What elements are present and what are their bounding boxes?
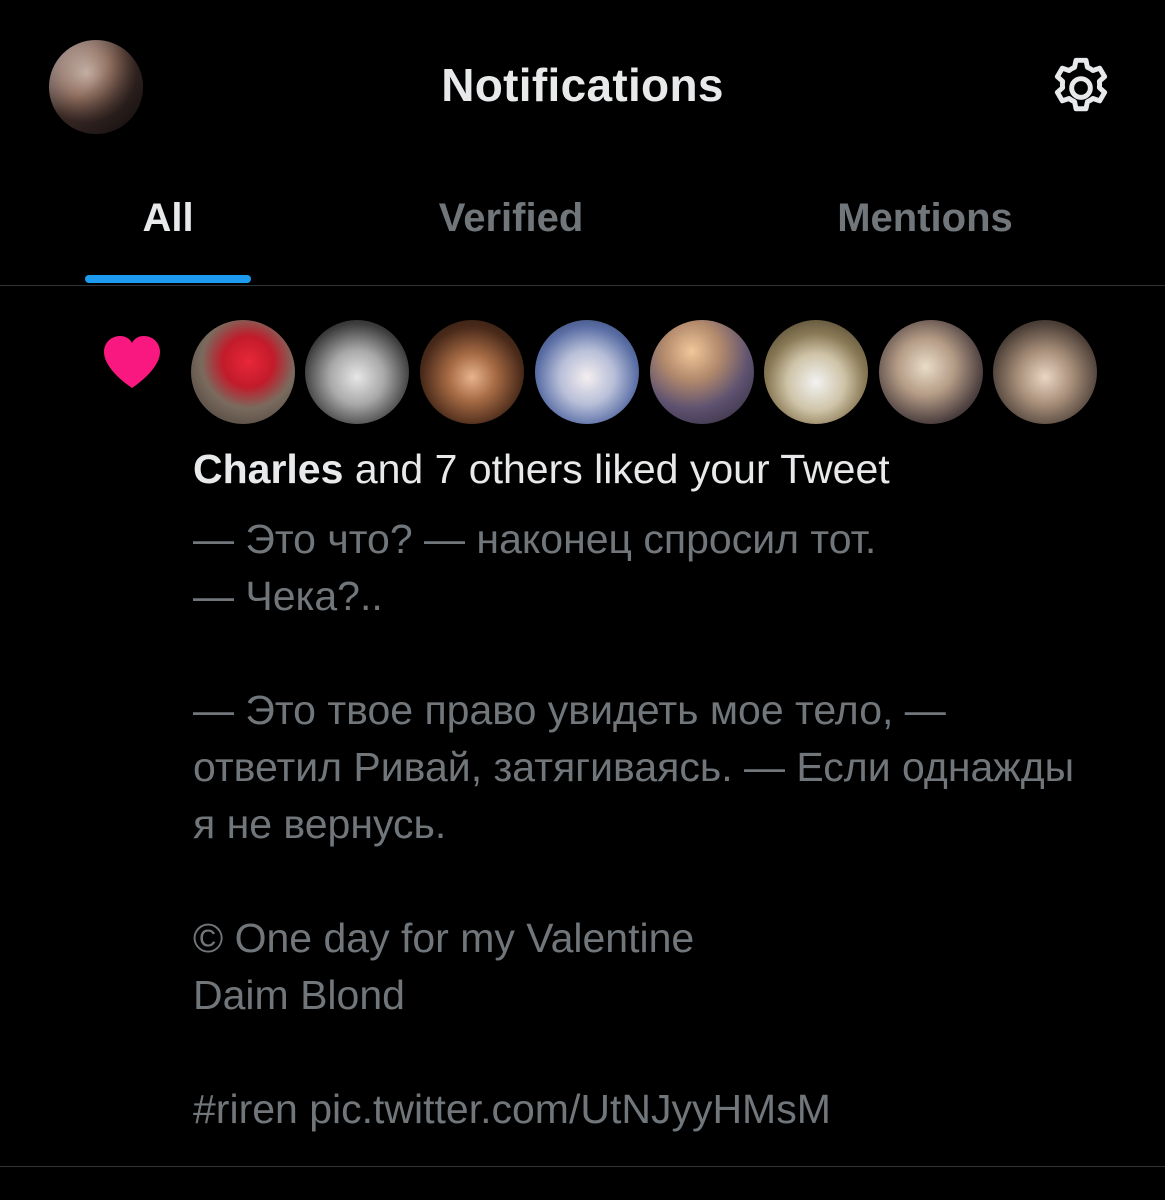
notification-summary: Charles and 7 others liked your Tweet — [193, 446, 890, 493]
active-tab-indicator — [85, 275, 251, 283]
avatar[interactable] — [305, 320, 409, 424]
avatar[interactable] — [993, 320, 1097, 424]
avatar[interactable] — [879, 320, 983, 424]
avatar[interactable] — [420, 320, 524, 424]
avatar[interactable] — [764, 320, 868, 424]
notification-tabs: All Verified Mentions — [0, 175, 1165, 286]
tweet-text: — Это что? — наконец спросил тот. — Чека… — [193, 516, 1075, 1132]
heart-icon — [104, 336, 160, 388]
tab-verified[interactable]: Verified — [388, 175, 634, 285]
tab-label: Mentions — [837, 196, 1013, 240]
tab-label: Verified — [438, 196, 584, 240]
top-bar: Notifications — [0, 0, 1165, 175]
liker-avatars — [191, 320, 1111, 424]
tab-mentions[interactable]: Mentions — [795, 175, 1055, 285]
tab-all[interactable]: All — [85, 175, 251, 285]
tab-label: All — [142, 196, 194, 240]
avatar[interactable] — [650, 320, 754, 424]
page-title: Notifications — [441, 59, 724, 111]
summary-text: and 7 others liked your Tweet — [343, 446, 890, 492]
gear-icon[interactable] — [1046, 53, 1116, 123]
avatar[interactable] — [191, 320, 295, 424]
actor-name[interactable]: Charles — [193, 446, 343, 492]
avatar[interactable] — [535, 320, 639, 424]
